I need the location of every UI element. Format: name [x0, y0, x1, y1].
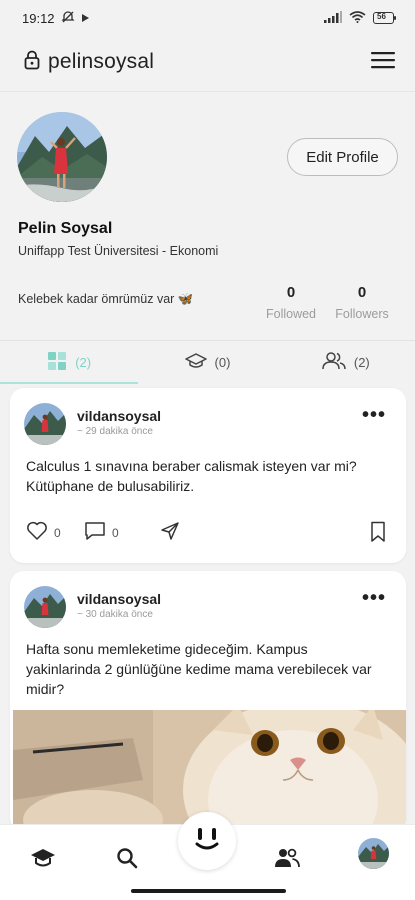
followed-stat[interactable]: 0 Followed [264, 284, 318, 321]
followers-label: Followers [335, 307, 389, 321]
post-text: Calculus 1 sınavına beraber calismak ist… [26, 458, 357, 494]
tab-school-count: (0) [214, 355, 231, 370]
more-options-icon[interactable]: ••• [362, 588, 386, 608]
comment-icon [84, 521, 106, 544]
battery-level: 56 [377, 12, 386, 21]
wifi-icon [349, 10, 366, 26]
battery-icon: 56 [373, 12, 397, 24]
followed-count: 0 [286, 284, 296, 301]
nav-people-icon[interactable] [272, 843, 302, 873]
bookmark-icon [370, 521, 386, 546]
followers-stat[interactable]: 0 Followers [333, 284, 391, 321]
mute-icon [60, 10, 75, 27]
nav-search-icon[interactable] [112, 843, 142, 873]
post-avatar[interactable] [24, 403, 66, 445]
status-time: 19:12 [22, 10, 55, 26]
home-indicator [131, 889, 286, 893]
tab-friends-count: (2) [353, 355, 370, 370]
heart-icon [26, 521, 48, 544]
tab-friends[interactable]: (2) [277, 341, 415, 384]
lock-icon [24, 50, 40, 75]
profile-name: Pelin Soysal [18, 220, 113, 237]
bookmark-button[interactable] [370, 521, 386, 546]
status-bar: 19:12 56 [0, 0, 415, 36]
comment-count: 0 [112, 525, 119, 540]
comment-button[interactable]: 0 [84, 521, 119, 544]
post-card: vildansoysal ~ 30 dakika önce ••• Hafta … [10, 571, 406, 831]
signal-icon [324, 10, 342, 26]
post-avatar[interactable] [24, 586, 66, 628]
more-options-icon[interactable]: ••• [362, 405, 386, 425]
nav-profile-avatar[interactable] [358, 838, 389, 869]
post-text: Hafta sonu memleketime gideceğim. Kampus… [26, 641, 372, 697]
profile-school: Uniffapp Test Üniversitesi - Ekonomi [18, 244, 219, 258]
tab-posts-count: (2) [75, 355, 92, 370]
grid-icon [47, 351, 67, 374]
profile-tabs: (2) (0) (2) [0, 340, 415, 384]
nav-school-icon[interactable] [28, 843, 58, 873]
profile-bio: Kelebek kadar ömrümüz var 🦋 [18, 292, 194, 306]
post-username[interactable]: vildansoysal [77, 591, 161, 607]
share-button[interactable] [160, 521, 180, 544]
post-time: ~ 29 dakika önce [77, 426, 153, 437]
followers-count: 0 [357, 284, 367, 301]
followed-label: Followed [265, 307, 317, 321]
tab-posts[interactable]: (2) [0, 341, 139, 384]
header-username: pelinsoysal [48, 50, 155, 73]
post-card: vildansoysal ~ 29 dakika önce ••• Calcul… [10, 388, 406, 563]
post-actions: 0 0 [26, 521, 390, 545]
post-username[interactable]: vildansoysal [77, 408, 161, 424]
post-time: ~ 30 dakika önce [77, 609, 153, 620]
profile-section: Edit Profile Pelin Soysal Uniffapp Test … [0, 92, 415, 340]
app-header: pelinsoysal [0, 36, 415, 88]
play-icon [81, 11, 90, 26]
graduation-cap-icon [184, 352, 207, 373]
tab-school[interactable]: (0) [138, 341, 276, 384]
profile-avatar[interactable] [17, 112, 107, 202]
users-icon [322, 352, 346, 373]
home-face-button[interactable] [178, 812, 236, 870]
like-count: 0 [54, 525, 61, 540]
send-icon [160, 521, 180, 544]
menu-icon[interactable] [371, 51, 395, 74]
like-button[interactable]: 0 [26, 521, 61, 544]
home-face-icon [192, 826, 222, 857]
edit-profile-button[interactable]: Edit Profile [287, 138, 398, 176]
